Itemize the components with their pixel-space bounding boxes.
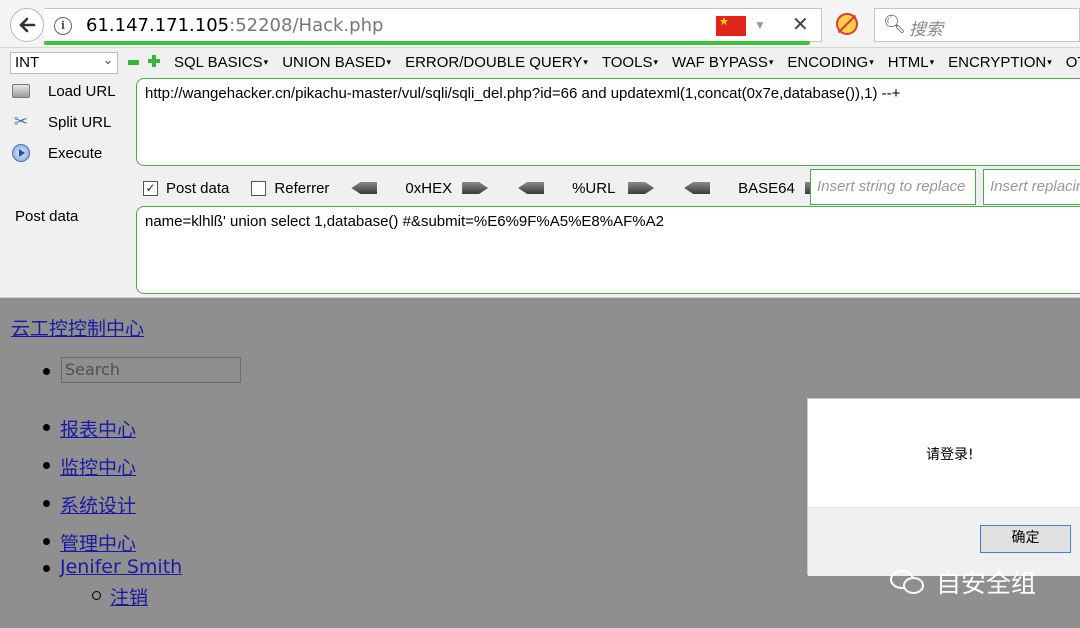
watermark: 自安全组: [890, 564, 1036, 600]
browser-toolbar: i 61.147.171.105:52208/Hack.php ★ ▼ ✕ 🔍︎…: [0, 0, 1080, 48]
search-input[interactable]: 🔍︎ 搜索: [874, 8, 1080, 42]
hackbar-menu: SQL BASICS UNION BASED ERROR/DOUBLE QUER…: [174, 54, 1080, 71]
post-data-textarea[interactable]: name=klhlß' union select 1,database() #&…: [136, 206, 1080, 294]
page-content: 云工控控制中心 Search 报表中心 监控中心 系统设计 管理中心 Jenif…: [0, 299, 1080, 628]
alert-dialog: 请登录! 确定: [807, 398, 1080, 576]
alert-message: 请登录!: [926, 447, 974, 463]
menu-encoding[interactable]: ENCODING: [787, 54, 873, 71]
arrow-left-icon: [19, 17, 36, 33]
hex-encoder: 0xHEX: [351, 179, 489, 197]
nav-link-reports[interactable]: 报表中心: [60, 415, 136, 442]
wechat-icon: [890, 568, 926, 596]
post-data-label: Post data: [15, 208, 79, 225]
increase-icon[interactable]: [148, 55, 160, 67]
page-search-input[interactable]: Search: [61, 357, 241, 383]
back-button[interactable]: [10, 8, 44, 42]
site-title-link[interactable]: 云工控控制中心: [11, 314, 144, 341]
replacing-string-input[interactable]: Insert replacing string: [983, 169, 1080, 205]
execute-label: Execute: [48, 144, 103, 162]
menu-tools[interactable]: TOOLS: [602, 54, 658, 71]
decode-arrow-icon[interactable]: [684, 182, 711, 194]
base64-encoder-label: BASE64: [738, 179, 795, 197]
search-placeholder: 搜索: [909, 20, 943, 39]
watermark-text: 自安全组: [936, 569, 1037, 598]
options-row: ✓ Post data Referrer 0xHEX %URL BASE64: [143, 177, 861, 199]
scissors-icon: ✂: [13, 112, 29, 132]
nav-link-monitoring[interactable]: 监控中心: [60, 453, 136, 480]
menu-html[interactable]: HTML: [888, 54, 934, 71]
hex-encoder-label: 0xHEX: [405, 179, 453, 197]
chevron-down-icon: ⌄: [102, 53, 113, 67]
execute-button[interactable]: Execute: [10, 143, 102, 163]
list-bullet: [43, 368, 50, 375]
load-url-button[interactable]: Load URL: [10, 81, 116, 101]
site-info-icon[interactable]: i: [54, 17, 72, 35]
encode-arrow-icon[interactable]: [462, 182, 489, 194]
list-bullet: [43, 565, 50, 572]
menu-other[interactable]: OTHER: [1066, 54, 1080, 71]
nav-link-management[interactable]: 管理中心: [60, 529, 136, 556]
logout-link[interactable]: 注销: [110, 583, 148, 610]
list-bullet: [43, 462, 50, 469]
list-bullet: [92, 591, 101, 600]
url-encoder: %URL: [518, 179, 655, 197]
base64-encoder: BASE64: [684, 180, 831, 197]
load-url-icon: [10, 81, 32, 101]
split-url-button[interactable]: ✂ Split URL: [10, 112, 111, 132]
decrease-icon[interactable]: [128, 60, 139, 65]
list-bullet: [43, 424, 50, 431]
list-bullet: [43, 500, 50, 507]
replace-string-input[interactable]: Insert string to replace: [810, 169, 976, 205]
user-link[interactable]: Jenifer Smith: [60, 556, 182, 578]
list-bullet: [43, 538, 50, 545]
decode-arrow-icon[interactable]: [518, 182, 545, 194]
address-bar[interactable]: i 61.147.171.105:52208/Hack.php ★ ▼ ✕: [44, 8, 822, 45]
menu-error-double-query[interactable]: ERROR/DOUBLE QUERY: [405, 54, 588, 71]
hackbar-panel: INT ⌄ SQL BASICS UNION BASED ERROR/DOUBL…: [0, 48, 1080, 298]
post-data-checkbox[interactable]: ✓: [143, 180, 158, 196]
chevron-down-icon[interactable]: ▼: [754, 18, 766, 32]
type-select[interactable]: INT ⌄: [10, 52, 118, 74]
noscript-icon[interactable]: [836, 13, 858, 35]
china-flag-icon[interactable]: ★: [716, 16, 746, 36]
decode-arrow-icon[interactable]: [351, 182, 378, 194]
menu-encryption[interactable]: ENCRYPTION: [948, 54, 1052, 71]
page-load-progress: [44, 41, 810, 45]
split-url-label: Split URL: [48, 113, 112, 131]
encode-arrow-icon[interactable]: [628, 182, 655, 194]
menu-union-based[interactable]: UNION BASED: [282, 54, 391, 71]
url-text[interactable]: 61.147.171.105:52208/Hack.php: [86, 15, 383, 36]
url-textarea[interactable]: http://wangehacker.cn/pikachu-master/vul…: [136, 78, 1080, 166]
ok-button[interactable]: 确定: [980, 525, 1071, 553]
nav-link-system-design[interactable]: 系统设计: [60, 491, 136, 518]
referrer-checkbox[interactable]: [251, 180, 267, 196]
url-host: 61.147.171.105: [86, 15, 230, 36]
url-path: :52208/Hack.php: [229, 15, 384, 36]
referrer-checkbox-label[interactable]: Referrer: [274, 180, 329, 197]
search-icon: 🔍︎: [883, 14, 906, 34]
play-icon: [10, 143, 32, 163]
type-select-value: INT: [15, 54, 40, 71]
url-encoder-label: %URL: [572, 179, 616, 197]
load-url-label: Load URL: [48, 82, 116, 100]
post-data-checkbox-label[interactable]: Post data: [166, 180, 229, 197]
menu-waf-bypass[interactable]: WAF BYPASS: [672, 54, 773, 71]
menu-sql-basics[interactable]: SQL BASICS: [174, 54, 268, 71]
close-icon[interactable]: ✕: [792, 12, 809, 36]
